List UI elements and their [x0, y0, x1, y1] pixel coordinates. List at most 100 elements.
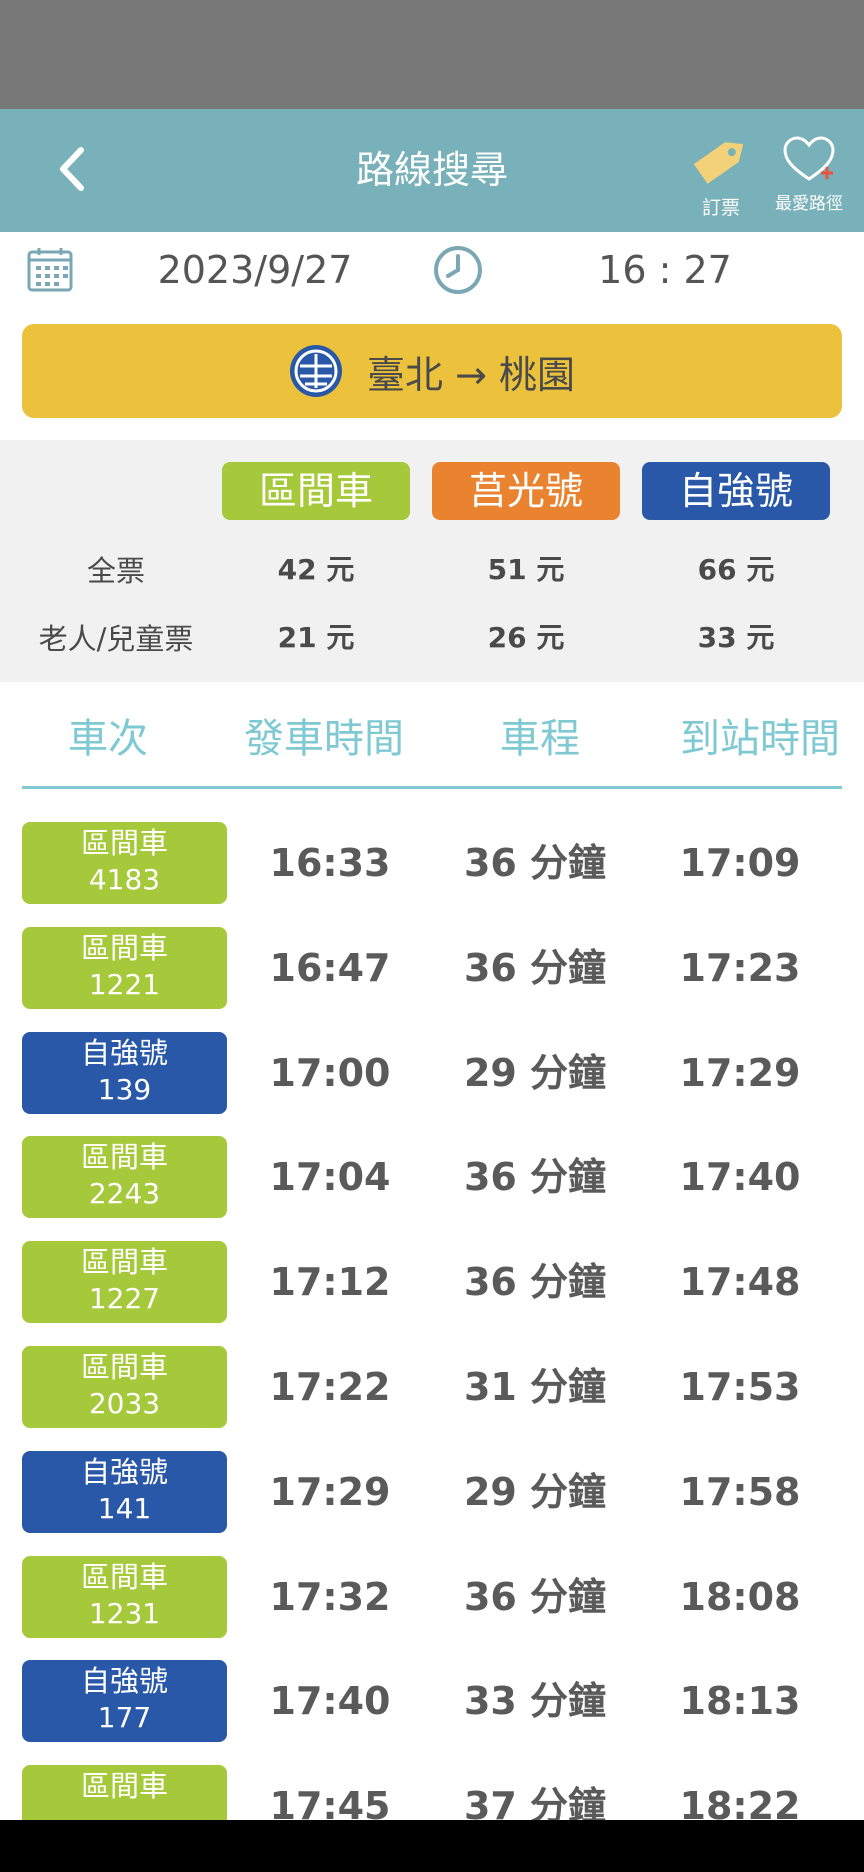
header-duration: 車程: [500, 716, 580, 762]
fare-value: 42 元: [277, 553, 355, 586]
train-type: 區間車: [80, 1560, 168, 1594]
fare-value: 33 元: [697, 621, 775, 654]
arrival-time: 18:13: [679, 1679, 801, 1723]
time-value[interactable]: 16 : 27: [560, 246, 770, 294]
train-number: 2033: [88, 1387, 161, 1420]
tra-logo-icon: [290, 345, 342, 397]
travel-duration: 36 分鐘: [463, 841, 607, 885]
train-row[interactable]: 區間車 2033 17:22 31 分鐘 17:53: [0, 1346, 864, 1428]
departure-time: 17:32: [269, 1575, 391, 1619]
train-type: 區間車: [80, 1140, 168, 1174]
route-button[interactable]: 臺北 → 桃園: [22, 324, 842, 418]
travel-duration: 33 分鐘: [463, 1679, 607, 1723]
arrival-time: 17:09: [679, 841, 801, 885]
arrival-time: 17:58: [679, 1470, 801, 1514]
departure-time: 17:12: [269, 1260, 391, 1304]
route-label: 臺北 → 桃園: [367, 352, 575, 397]
departure-time: 17:00: [269, 1051, 391, 1095]
train-number: 1231: [88, 1597, 161, 1630]
arrival-time: 17:53: [679, 1365, 801, 1409]
back-arrow-icon: [60, 147, 84, 191]
ticket-tag-icon: [693, 142, 744, 184]
datetime-row: 2023/9/27 16 : 27: [0, 232, 864, 322]
clock-icon[interactable]: [432, 244, 484, 296]
train-badge[interactable]: 自強號 139: [22, 1032, 227, 1114]
departure-time: 16:33: [269, 841, 391, 885]
train-badge[interactable]: 區間車 2243: [22, 1136, 227, 1218]
train-type: 區間車: [80, 1245, 168, 1279]
travel-duration: 36 分鐘: [463, 1155, 607, 1199]
fare-section: 區間車 莒光號 自強號 全票 42 元 51 元 66 元 老人/兒童票 21 …: [0, 440, 864, 682]
train-number: 4183: [88, 863, 161, 896]
fare-label-senior-child: 老人/兒童票: [38, 622, 194, 656]
train-type: 區間車: [80, 1350, 168, 1384]
calendar-icon[interactable]: [26, 246, 74, 294]
header-departure: 發車時間: [244, 716, 404, 762]
train-number: 1227: [88, 1282, 161, 1315]
train-badge[interactable]: 自強號 141: [22, 1451, 227, 1533]
fare-badge-local: 區間車: [222, 462, 410, 520]
ticket-button[interactable]: 訂票: [676, 129, 766, 219]
arrival-time: 17:48: [679, 1260, 801, 1304]
travel-duration: 36 分鐘: [463, 1575, 607, 1619]
fare-badge-tzechiang: 自強號: [642, 462, 830, 520]
heart-plus-icon: [783, 136, 835, 181]
train-number: 2243: [88, 1177, 161, 1210]
travel-duration: 36 分鐘: [463, 946, 607, 990]
train-badge[interactable]: 自強號 177: [22, 1660, 227, 1742]
train-number: 139: [97, 1073, 152, 1106]
train-badge[interactable]: 區間車 4183: [22, 822, 227, 904]
train-number: 141: [97, 1492, 152, 1525]
favorite-route-button[interactable]: 最愛路徑: [764, 129, 854, 219]
header-arrival: 到站時間: [680, 716, 840, 762]
arrival-time: 18:08: [679, 1575, 801, 1619]
train-row[interactable]: 區間車 4183 16:33 36 分鐘 17:09: [0, 822, 864, 904]
header-divider: [22, 786, 842, 789]
arrival-time: 17:29: [679, 1051, 801, 1095]
fare-label-full: 全票: [86, 554, 145, 588]
train-badge[interactable]: 區間車 2033: [22, 1346, 227, 1428]
header-train-no: 車次: [68, 716, 148, 762]
train-row[interactable]: 自強號 141 17:29 29 分鐘 17:58: [0, 1451, 864, 1533]
ticket-label: 訂票: [701, 197, 740, 219]
train-type: 區間車: [80, 826, 168, 860]
fare-value: 66 元: [697, 553, 775, 586]
train-badge[interactable]: 區間車 1231: [22, 1556, 227, 1638]
status-bar: [0, 0, 864, 109]
train-row[interactable]: 自強號 177 17:40 33 分鐘 18:13: [0, 1660, 864, 1742]
fare-badge-chukuang: 莒光號: [432, 462, 620, 520]
departure-time: 16:47: [269, 946, 391, 990]
train-badge[interactable]: 區間車 1227: [22, 1241, 227, 1323]
date-value[interactable]: 2023/9/27: [140, 246, 370, 294]
favorite-label: 最愛路徑: [775, 194, 843, 214]
app-header: 路線搜尋 訂票 最愛路徑: [0, 109, 864, 232]
train-type: 自強號: [80, 1455, 168, 1489]
departure-time: 17:40: [269, 1679, 391, 1723]
train-type: 區間車: [80, 1769, 168, 1803]
train-type: 區間車: [80, 931, 168, 965]
departure-time: 17:29: [269, 1470, 391, 1514]
travel-duration: 31 分鐘: [463, 1365, 607, 1409]
fare-value: 21 元: [277, 621, 355, 654]
departure-time: 17:04: [269, 1155, 391, 1199]
departure-time: 17:22: [269, 1365, 391, 1409]
back-button[interactable]: [44, 137, 100, 201]
train-number: 177: [97, 1701, 152, 1734]
travel-duration: 36 分鐘: [463, 1260, 607, 1304]
fare-value: 51 元: [487, 553, 565, 586]
train-row[interactable]: 區間車 1227 17:12 36 分鐘 17:48: [0, 1241, 864, 1323]
travel-duration: 29 分鐘: [463, 1470, 607, 1514]
train-badge[interactable]: 區間車 1221: [22, 927, 227, 1009]
train-row[interactable]: 區間車 2243 17:04 36 分鐘 17:40: [0, 1136, 864, 1218]
arrival-time: 17:23: [679, 946, 801, 990]
navigation-bar: [0, 1820, 864, 1872]
train-type: 自強號: [80, 1664, 168, 1698]
train-row[interactable]: 區間車 1231 17:32 36 分鐘 18:08: [0, 1556, 864, 1638]
arrival-time: 17:40: [679, 1155, 801, 1199]
travel-duration: 29 分鐘: [463, 1051, 607, 1095]
fare-value: 26 元: [487, 621, 565, 654]
train-type: 自強號: [80, 1036, 168, 1070]
train-row[interactable]: 區間車 1221 16:47 36 分鐘 17:23: [0, 927, 864, 1009]
train-number: 1221: [88, 968, 161, 1001]
train-row[interactable]: 自強號 139 17:00 29 分鐘 17:29: [0, 1032, 864, 1114]
